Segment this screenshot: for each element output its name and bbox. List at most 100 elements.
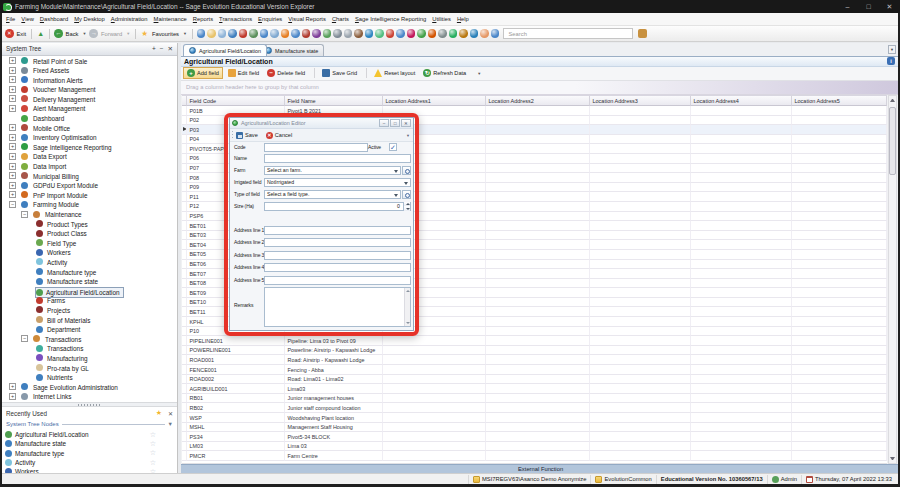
toolbar-icon[interactable] — [407, 29, 416, 38]
panel-help-icon[interactable]: i — [887, 57, 895, 65]
table-row[interactable]: WSPWoodshaving Plant location — [182, 413, 887, 423]
hand-icon[interactable] — [638, 29, 647, 38]
tree-expander-icon[interactable]: + — [9, 383, 16, 390]
toolbar-icon[interactable] — [491, 29, 500, 38]
tree-expander-icon[interactable]: − — [21, 211, 28, 218]
sidebar-item[interactable]: +Retail Point of Sale — [2, 56, 177, 66]
sidebar-item[interactable]: +Sage Evolution Administration — [2, 382, 177, 392]
toolbar-icon[interactable] — [270, 29, 279, 38]
sidebar-item[interactable]: Product Types — [2, 219, 177, 229]
tab-list-dropdown[interactable]: ▼ — [888, 45, 896, 54]
recent-item[interactable]: Manufacture state☆ — [2, 439, 177, 448]
reset-layout-button[interactable]: Reset layout — [371, 68, 418, 78]
size-spin-buttons[interactable] — [403, 202, 410, 211]
table-row[interactable]: RB02Junior staff compound location — [182, 403, 887, 413]
menu-item[interactable]: Reports — [190, 16, 216, 22]
address-line-2-input[interactable] — [264, 238, 411, 247]
sidebar-item[interactable]: +Mobile Office — [2, 123, 177, 133]
toolbar-icon[interactable] — [260, 29, 269, 38]
column-header[interactable]: Location Address4 — [691, 96, 792, 107]
dialog-close-button[interactable]: ✕ — [401, 119, 411, 127]
table-row[interactable]: FENCE001Fencing - Abba — [182, 365, 887, 375]
tree-expander-icon[interactable]: + — [9, 172, 16, 179]
sidebar-item[interactable]: +Data Export — [2, 152, 177, 162]
active-checkbox[interactable]: ✓ — [389, 143, 397, 151]
tree-expander-icon[interactable]: + — [9, 393, 16, 400]
column-header[interactable]: Location Address1 — [383, 96, 486, 107]
tree-expander-icon[interactable]: + — [9, 124, 16, 131]
sidebar-item[interactable]: +Information Alerts — [2, 75, 177, 85]
table-row[interactable]: PIPELINE001Pipeline: Lima 03 to Pivot 09 — [182, 336, 887, 346]
column-header[interactable]: Field Name — [285, 96, 383, 107]
group-by-strip[interactable]: Drag a column header here to group by th… — [181, 81, 898, 95]
tree-expander-icon[interactable]: + — [9, 76, 16, 83]
vertical-scrollbar[interactable] — [888, 95, 897, 465]
sidebar-item[interactable]: Field Type — [2, 238, 177, 248]
back-button[interactable]: Back ▼ — [53, 29, 88, 38]
column-header[interactable]: Location Address2 — [486, 96, 590, 107]
menu-item[interactable]: Visual Reports — [285, 16, 329, 22]
tree-expander-icon[interactable]: + — [9, 134, 16, 141]
menu-item[interactable]: Administration — [108, 16, 151, 22]
tab-agricultural-field-location[interactable]: Agricultural Field/Location — [183, 44, 267, 56]
sidebar-item[interactable]: Manufacturing — [2, 353, 177, 363]
name-input[interactable] — [264, 154, 411, 163]
sidebar-item[interactable]: +Municipal Billing — [2, 171, 177, 181]
address-line-5-input[interactable] — [264, 276, 411, 285]
sidebar-item[interactable]: Projects — [2, 305, 177, 315]
edit-field-button[interactable]: Edit field — [225, 68, 262, 78]
tree-expander-icon[interactable]: − — [21, 335, 28, 342]
tree-expander-icon[interactable]: + — [9, 86, 16, 93]
menu-item[interactable]: Maintenance — [151, 16, 190, 22]
sidebar-item[interactable]: +Alert Management — [2, 104, 177, 114]
sidebar-item[interactable]: Transactions — [2, 344, 177, 354]
sidebar-item[interactable]: +Internet Links — [2, 392, 177, 402]
farm-select[interactable]: Select an farm. — [264, 166, 401, 175]
tree-expander-icon[interactable]: + — [9, 182, 16, 189]
table-row[interactable]: POWERLINE001Powerline: Airstrip - Kapwas… — [182, 346, 887, 356]
add-field-button[interactable]: + Add field — [183, 67, 223, 79]
sidebar-item[interactable]: +GDPdU Export Module — [2, 181, 177, 191]
menu-item[interactable]: Enquiries — [255, 16, 285, 22]
sidebar-item[interactable]: +Fixed Assets — [2, 66, 177, 76]
sidebar-item[interactable]: −Farming Module — [2, 200, 177, 210]
column-header[interactable]: Location Address3 — [590, 96, 691, 107]
table-row[interactable]: ROAD002Road: Lima01 - Lima02 — [182, 375, 887, 385]
table-row[interactable]: PS34Pivot5-34 BLOCK — [182, 432, 887, 442]
forward-button[interactable]: Forward ▼ — [88, 29, 132, 38]
maximize-button[interactable]: □ — [858, 0, 879, 13]
remarks-textarea[interactable] — [264, 287, 411, 327]
favourites-button[interactable]: ★ Favourites ▼ — [139, 29, 189, 38]
sidebar-item[interactable]: +PnP Import Module — [2, 190, 177, 200]
sidebar-item[interactable]: +Sage Intelligence Reporting — [2, 142, 177, 152]
address-line-1-input[interactable] — [264, 226, 411, 235]
toolbar-icon[interactable] — [228, 29, 237, 38]
search-input[interactable]: Search — [503, 28, 633, 39]
scroll-up-arrow[interactable] — [890, 99, 895, 102]
toolbar-icon[interactable] — [396, 29, 405, 38]
toolbar-icon[interactable] — [375, 29, 384, 38]
table-row[interactable]: RB01Junior management houses — [182, 394, 887, 404]
textarea-scrollbar[interactable] — [404, 288, 410, 326]
toolbar-dropdown[interactable]: ▼ — [475, 70, 483, 77]
toolbar-icon[interactable] — [459, 29, 468, 38]
sidebar-item[interactable]: Nutrients — [2, 373, 177, 383]
close-icon[interactable]: ✕ — [168, 410, 173, 417]
toolbar-icon[interactable] — [417, 29, 426, 38]
favourite-star-icon[interactable]: ☆ — [150, 431, 156, 439]
exit-button[interactable]: Exit — [0, 29, 28, 38]
table-row[interactable]: LM03Lima 03 — [182, 442, 887, 452]
toolbar-icon[interactable] — [207, 29, 216, 38]
tree-collapse-button[interactable]: − — [160, 45, 164, 53]
up-arrow-icon[interactable]: ▲ — [37, 30, 44, 37]
column-header[interactable]: Field Code — [187, 96, 285, 107]
sidebar-item[interactable]: Department — [2, 325, 177, 335]
sidebar-item[interactable]: +Voucher Management — [2, 85, 177, 95]
menu-item[interactable]: Utilities — [429, 16, 454, 22]
sidebar-item[interactable]: Agricultural Field/Location — [2, 286, 177, 296]
tree-expander-icon[interactable]: − — [9, 201, 16, 208]
table-row[interactable]: PMCRFarm Centre — [182, 451, 887, 461]
toolbar-icon[interactable] — [239, 29, 248, 38]
menu-item[interactable]: Sage Intelligence Reporting — [352, 16, 429, 22]
sidebar-item[interactable]: Manufacture type — [2, 267, 177, 277]
